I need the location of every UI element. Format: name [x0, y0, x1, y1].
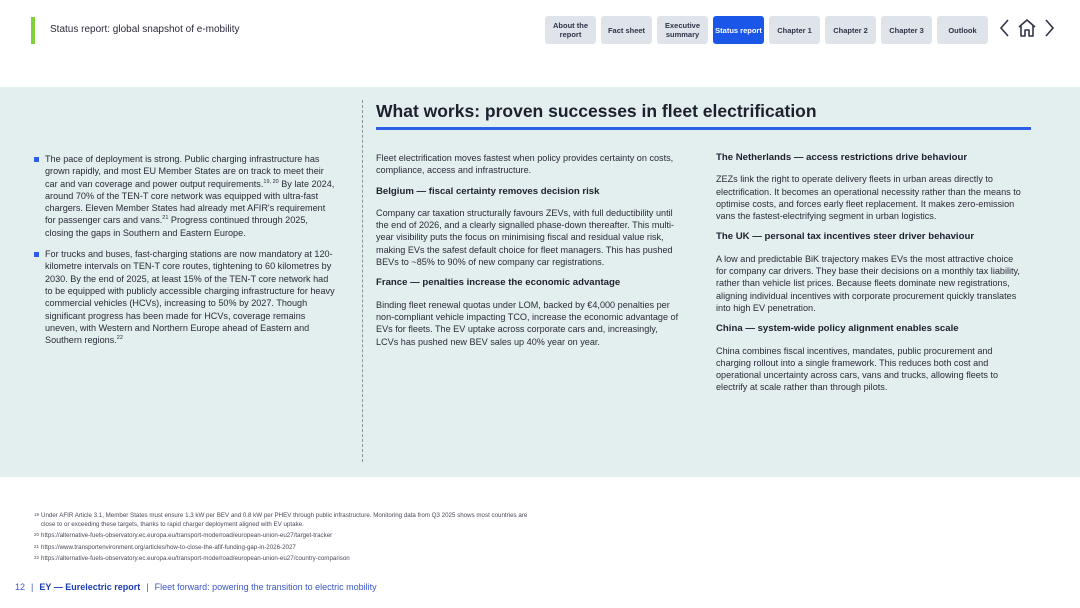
- header-title: Status report: global snapshot of e-mobi…: [50, 24, 240, 35]
- footer-separator: |: [31, 582, 34, 592]
- footnote: 19 Under AFIR Article 3.1, Member States…: [34, 512, 528, 528]
- paragraph-france: Binding fleet renewal quotas under LOM, …: [376, 299, 679, 347]
- left-column: The pace of deployment is strong. Public…: [34, 153, 338, 355]
- column-divider: [362, 100, 363, 462]
- subheading-uk: The UK — personal tax incentives steer d…: [716, 231, 975, 243]
- page-nav-icons: [998, 18, 1056, 38]
- footnote: 21 https://www.transportenvironment.org/…: [34, 543, 296, 551]
- intro-paragraph: Fleet electrification moves fastest when…: [376, 153, 674, 176]
- paragraph-netherlands: ZEZs link the right to operate delivery …: [716, 174, 1021, 222]
- list-item: The pace of deployment is strong. Public…: [34, 153, 338, 239]
- chevron-left-icon[interactable]: [998, 18, 1012, 38]
- footnote-ref[interactable]: 22: [117, 335, 123, 341]
- footer-separator: |: [146, 582, 149, 592]
- chevron-right-icon[interactable]: [1042, 18, 1056, 38]
- footnote-link[interactable]: https://alternative-fuels-observatory.ec…: [41, 532, 332, 539]
- page-number: 12: [15, 582, 26, 592]
- footnote-link[interactable]: https://alternative-fuels-observatory.ec…: [41, 555, 350, 562]
- middle-column: Fleet electrification moves fastest when…: [376, 152, 682, 357]
- footnote: 22 https://alternative-fuels-observatory…: [34, 555, 350, 562]
- footnote: 20 https://alternative-fuels-observatory…: [34, 532, 333, 539]
- tab-chapter-2[interactable]: Chapter 2: [825, 16, 876, 44]
- tab-chapter-3[interactable]: Chapter 3: [881, 16, 932, 44]
- tab-status-report[interactable]: Status report: [713, 16, 764, 44]
- page-footer: 12 | EY — Eurelectric report | Fleet for…: [15, 582, 377, 592]
- footnotes: 19 Under AFIR Article 3.1, Member States…: [34, 512, 534, 567]
- paragraph-belgium: Company car taxation structurally favour…: [376, 207, 675, 268]
- bullet-square-icon: [34, 157, 39, 162]
- subheading-belgium: Belgium — fiscal certainty removes decis…: [376, 185, 600, 197]
- footer-brand: EY — Eurelectric report: [39, 582, 141, 592]
- footnote-ref[interactable]: 19, 20: [263, 179, 278, 185]
- tab-chapter-1[interactable]: Chapter 1: [769, 16, 820, 44]
- header-accent-bar: [31, 17, 35, 44]
- paragraph-china: China combines fiscal incentives, mandat…: [716, 345, 999, 393]
- footnote-link[interactable]: https://www.transportenvironment.org/art…: [41, 544, 296, 551]
- subheading-netherlands: The Netherlands — access restrictions dr…: [716, 152, 968, 163]
- subheading-china: China — system-wide policy alignment ena…: [716, 323, 959, 335]
- bullet-square-icon: [34, 252, 39, 258]
- list-item: For trucks and buses, fast-charging stat…: [34, 248, 338, 346]
- subheading-france: France — penalties increase the economic…: [376, 277, 621, 289]
- right-column: The Netherlands — access restrictions dr…: [716, 152, 1026, 403]
- tab-about-the-report[interactable]: About the report: [545, 16, 596, 44]
- tab-executive-summary[interactable]: Executive summary: [657, 16, 708, 44]
- footer-subtitle: Fleet forward: powering the transition t…: [154, 582, 377, 592]
- tab-outlook[interactable]: Outlook: [937, 16, 988, 44]
- section-title-underline: [376, 127, 1031, 130]
- chapter-nav: About the report Fact sheet Executive su…: [545, 16, 988, 44]
- section-title: What works: proven successes in fleet el…: [376, 101, 817, 121]
- paragraph-uk: A low and predictable BiK trajectory mak…: [716, 253, 1020, 313]
- home-icon[interactable]: [1016, 18, 1038, 38]
- page-header: Status report: global snapshot of e-mobi…: [0, 0, 1080, 60]
- tab-fact-sheet[interactable]: Fact sheet: [601, 16, 652, 44]
